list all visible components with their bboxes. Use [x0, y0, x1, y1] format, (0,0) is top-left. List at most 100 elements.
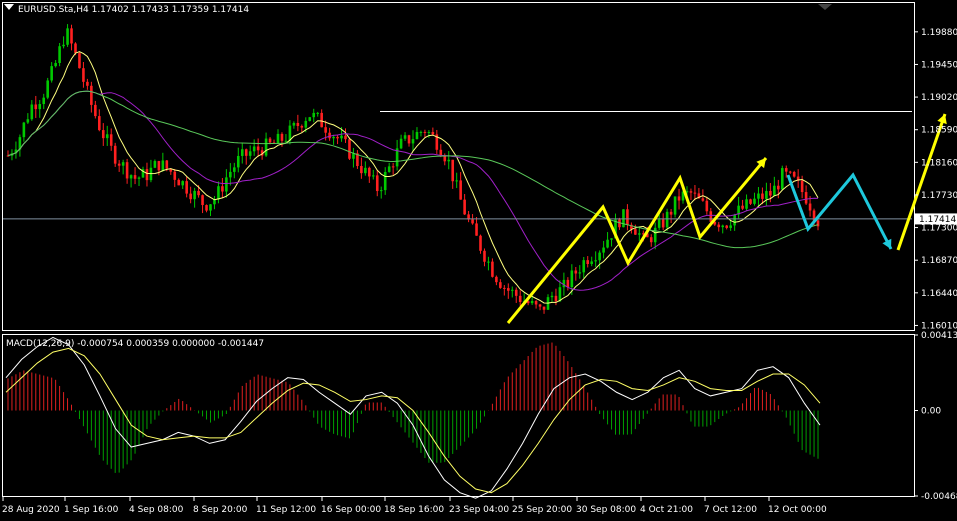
candle-body [74, 43, 77, 54]
candle-body [689, 191, 693, 193]
candle-body [503, 287, 506, 289]
candle-body [348, 139, 351, 159]
candle-body [236, 155, 240, 168]
candle-body [586, 260, 590, 264]
candle-body [415, 132, 419, 140]
time-label: 25 Sep 20:00 [512, 505, 572, 515]
candle-body [137, 177, 141, 179]
candle-body [34, 104, 38, 110]
candle-body [121, 162, 125, 166]
candle-body [550, 295, 554, 298]
candle-body [177, 179, 181, 186]
candle-body [383, 171, 387, 191]
trading-chart[interactable]: 1.19880 1.19450 1.19020 1.18590 1.18160 1.177… [0, 0, 957, 517]
price-label: 1.17300 [921, 224, 957, 234]
candle-body [788, 171, 792, 173]
macd-header: MACD(12,26,9) -0.000754 0.000359 0.00000… [6, 339, 264, 349]
candle-body [780, 168, 784, 190]
candle-body [125, 162, 129, 179]
candle-body [411, 139, 415, 144]
time-label: 11 Sep 12:00 [256, 505, 316, 515]
candle-body [407, 135, 411, 144]
candle-body [288, 125, 292, 141]
candle-body [42, 97, 46, 105]
time-label: 4 Oct 21:00 [640, 505, 693, 515]
candle-body [570, 270, 574, 287]
candle-body [252, 146, 256, 152]
candle-body [105, 134, 109, 139]
time-label: 16 Sep 00:00 [321, 505, 381, 515]
candle-body [145, 169, 149, 181]
candle-body [86, 81, 89, 86]
candle-body [487, 261, 490, 263]
candle-body [340, 135, 343, 139]
candle-body [244, 149, 248, 156]
price-label: 1.19020 [921, 93, 957, 103]
candle-body [360, 166, 363, 174]
candle-body [495, 276, 498, 283]
candle-body [769, 190, 772, 196]
candle-body [479, 235, 482, 251]
candle-body [649, 237, 653, 243]
candle-body [419, 131, 423, 133]
candle-body [165, 160, 169, 169]
candle-body [542, 306, 546, 310]
candle-body [98, 116, 101, 131]
candle-body [375, 175, 379, 192]
candle-body [657, 219, 661, 228]
candle-body [554, 295, 558, 302]
candle-body [701, 198, 705, 201]
candle-body [248, 151, 252, 156]
candle-body [276, 133, 280, 144]
candle-body [201, 195, 204, 206]
time-label: 28 Aug 2020 [2, 505, 60, 515]
candle-body [133, 175, 137, 179]
candle-body [622, 209, 625, 228]
candle-body [471, 219, 474, 224]
candle-body [705, 200, 709, 212]
candle-body [594, 260, 597, 262]
candle-body [117, 163, 121, 166]
candle-body [58, 46, 61, 63]
candle-body [189, 193, 192, 200]
candle-body [451, 159, 455, 182]
candle-body [741, 205, 744, 209]
candle-body [185, 181, 188, 194]
price-label: 1.17730 [921, 191, 957, 201]
time-label: 18 Sep 16:00 [384, 505, 444, 515]
time-label: 30 Sep 08:00 [576, 505, 636, 515]
candle-body [256, 146, 260, 151]
current-price-tag: 1.17414 [915, 213, 957, 225]
macd-level-label: -0.004681 [921, 492, 957, 502]
candle-body [443, 156, 447, 162]
candle-body [328, 132, 331, 139]
candle-body [423, 131, 427, 133]
candle-body [344, 135, 347, 140]
candle-body [217, 186, 220, 200]
candle-body [431, 132, 435, 135]
candle-body [46, 80, 49, 98]
time-label: 4 Sep 08:00 [129, 505, 184, 515]
candle-body [729, 225, 732, 228]
candle-body [101, 130, 105, 139]
candle-body [447, 159, 451, 162]
candle-body [324, 127, 327, 133]
candle-body [304, 120, 308, 128]
candle-body [638, 233, 641, 235]
candle-body [371, 175, 375, 177]
candle-body [749, 199, 752, 204]
candle-body [225, 177, 228, 192]
candle-body [463, 199, 466, 215]
candle-body [459, 180, 462, 200]
candle-body [745, 199, 748, 209]
candle-body [677, 196, 681, 201]
candle-body [510, 289, 514, 291]
candle-body [240, 149, 244, 156]
candle-body [566, 279, 570, 287]
candle-body [578, 272, 582, 274]
candle-body [268, 138, 272, 143]
chart-canvas[interactable]: 1.19880 1.19450 1.19020 1.18590 1.18160 1.177… [0, 0, 957, 517]
candle-body [308, 117, 312, 121]
price-label: 1.19450 [921, 60, 957, 70]
candle-body [455, 180, 458, 182]
